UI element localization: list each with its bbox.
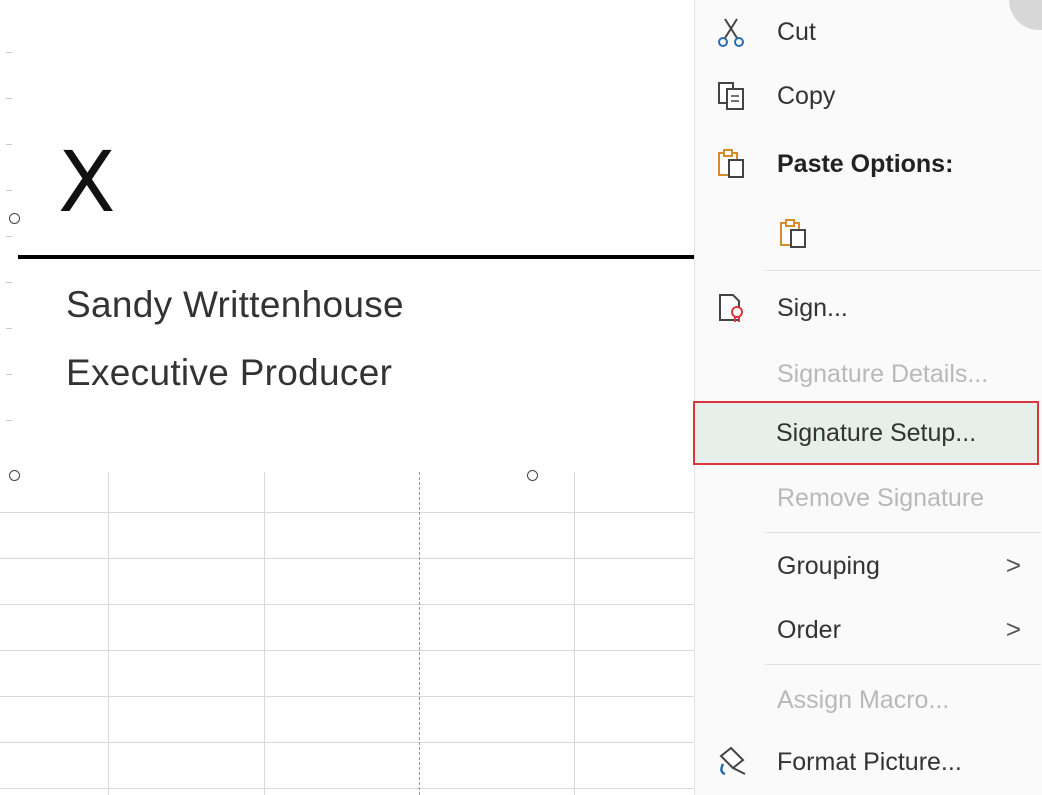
menu-item-copy[interactable]: Copy — [695, 68, 1042, 124]
menu-label-signature-setup: Signature Setup... — [776, 419, 977, 447]
menu-item-assign-macro: Assign Macro... — [695, 672, 1042, 728]
menu-label-sign: Sign... — [777, 294, 848, 322]
grid-row-line — [0, 742, 700, 743]
row-tick — [6, 98, 12, 99]
menu-label-remove-signature: Remove Signature — [777, 484, 985, 512]
menu-item-paste-options: Paste Options: — [695, 136, 1042, 192]
row-tick — [6, 282, 12, 283]
page-break-line — [419, 472, 421, 795]
resize-handle-left[interactable] — [9, 213, 20, 224]
chevron-right-icon: > — [1005, 614, 1021, 644]
signature-line — [18, 255, 694, 259]
grid-col-line — [264, 472, 265, 795]
menu-separator — [765, 664, 1041, 665]
menu-separator — [765, 532, 1041, 533]
menu-item-signature-details: Signature Details... — [695, 346, 1042, 402]
worksheet-area[interactable]: X Sandy Writtenhouse Executive Producer — [0, 0, 700, 795]
paste-keep-format-button[interactable] — [765, 206, 855, 262]
menu-label-grouping: Grouping — [777, 552, 880, 580]
paste-icon — [715, 148, 751, 180]
row-tick — [6, 190, 12, 191]
paste-keep-format-icon — [777, 218, 813, 250]
menu-item-order[interactable]: Order > — [695, 602, 1042, 658]
grid-row-line — [0, 788, 700, 789]
signature-x-mark: X — [58, 133, 116, 231]
resize-handle-bottom[interactable] — [527, 470, 538, 481]
grid-row-line — [0, 558, 700, 559]
grid-col-line — [574, 472, 575, 795]
menu-label-format-picture: Format Picture... — [777, 748, 962, 776]
grid-row-line — [0, 604, 700, 605]
signer-title: Executive Producer — [66, 352, 393, 393]
menu-item-grouping[interactable]: Grouping > — [695, 538, 1042, 594]
row-tick — [6, 374, 12, 375]
menu-label-assign-macro: Assign Macro... — [777, 686, 950, 714]
row-tick — [6, 328, 12, 329]
grid-col-line — [108, 472, 109, 795]
menu-label-cut: Cut — [777, 18, 816, 46]
grid-row-line — [0, 512, 700, 513]
menu-separator — [765, 270, 1041, 271]
format-picture-icon — [715, 746, 751, 778]
scissors-icon — [715, 16, 751, 48]
copy-icon — [715, 80, 751, 112]
chevron-right-icon: > — [1005, 550, 1021, 580]
menu-item-signature-setup[interactable]: Signature Setup... — [693, 401, 1039, 465]
resize-handle-bottom-left[interactable] — [9, 470, 20, 481]
menu-label-copy: Copy — [777, 82, 836, 110]
grid-row-line — [0, 696, 700, 697]
row-tick — [6, 52, 12, 53]
row-tick — [6, 236, 12, 237]
row-tick — [6, 420, 12, 421]
menu-item-remove-signature: Remove Signature — [695, 470, 1042, 526]
context-menu: Cut Copy Paste Options: Sign... Signatur… — [694, 0, 1042, 795]
menu-label-paste-options: Paste Options: — [777, 150, 954, 178]
sign-icon — [715, 292, 751, 324]
row-tick — [6, 144, 12, 145]
menu-item-format-picture[interactable]: Format Picture... — [695, 734, 1042, 790]
menu-item-sign[interactable]: Sign... — [695, 280, 1042, 336]
grid-row-line — [0, 650, 700, 651]
menu-label-signature-details: Signature Details... — [777, 360, 989, 388]
menu-label-order: Order — [777, 616, 841, 644]
signer-name: Sandy Writtenhouse — [66, 284, 404, 325]
menu-item-cut[interactable]: Cut — [695, 4, 1042, 60]
